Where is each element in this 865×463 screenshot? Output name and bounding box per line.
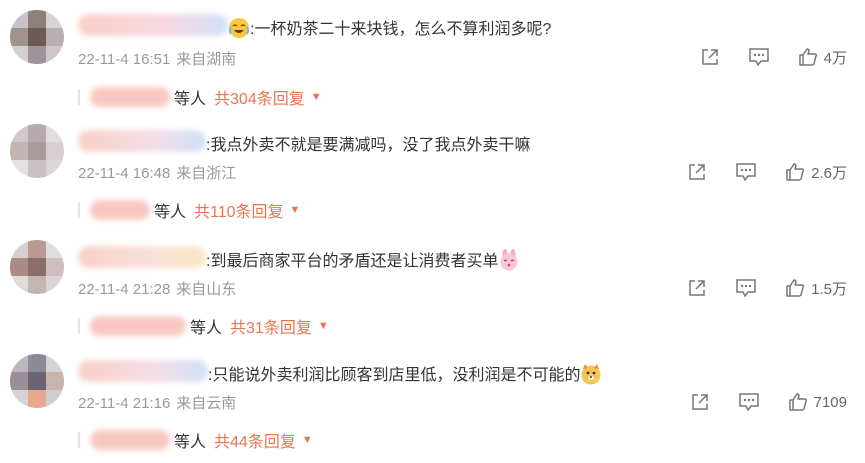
reply-summary[interactable]: 等人 共304条回复 ▼ <box>78 85 322 109</box>
avatar[interactable] <box>10 240 64 294</box>
divider <box>78 89 80 105</box>
comment-actions: 2.6万 <box>687 160 847 184</box>
reply-count-link[interactable]: 共44条回复 <box>214 428 296 452</box>
like-button[interactable]: 1.5万 <box>785 278 847 299</box>
reply-summary[interactable]: 等人 共110条回复 ▼ <box>78 198 300 222</box>
reply-username-redacted <box>90 316 186 336</box>
username-redacted[interactable] <box>78 360 208 382</box>
share-icon <box>689 280 705 296</box>
chevron-down-icon[interactable]: ▼ <box>318 320 329 332</box>
comment-actions: 4万 <box>700 45 847 69</box>
comment-icon <box>736 279 756 298</box>
reply-username-redacted <box>90 200 150 220</box>
like-button[interactable]: 4万 <box>798 47 847 68</box>
comment-text: :只能说外卖利润比顾客到店里低，没利润是不可能的 <box>208 361 602 385</box>
location: 来自云南 <box>176 395 237 412</box>
comment-item: :一杯奶茶二十来块钱，怎么不算利润多呢? 22-11-4 16:51 来自湖南 4… <box>0 0 865 115</box>
reply-count-link[interactable]: 共304条回复 <box>214 85 305 109</box>
share-icon <box>691 394 708 410</box>
like-count: 7109 <box>813 393 847 411</box>
like-icon <box>788 393 807 411</box>
divider <box>78 318 80 334</box>
divider <box>78 202 80 218</box>
reply-username-redacted <box>90 87 170 107</box>
avatar[interactable] <box>10 124 64 178</box>
chevron-down-icon[interactable]: ▼ <box>302 434 313 446</box>
laughing-crying-emoji <box>228 17 250 39</box>
doge-emoji <box>580 363 602 385</box>
chevron-down-icon[interactable]: ▼ <box>311 91 322 103</box>
username-redacted[interactable] <box>78 130 206 152</box>
reply-summary[interactable]: 等人 共44条回复 ▼ <box>78 428 313 452</box>
location: 来自山东 <box>176 281 237 298</box>
comment-text: :一杯奶茶二十来块钱，怎么不算利润多呢? <box>228 15 551 39</box>
reply-count-link[interactable]: 共31条回复 <box>230 314 312 338</box>
like-button[interactable]: 7109 <box>788 392 847 412</box>
avatar[interactable] <box>10 10 64 64</box>
share-button[interactable] <box>700 47 720 67</box>
like-count: 4万 <box>823 49 847 67</box>
divider <box>78 432 80 448</box>
comment-icon <box>736 163 756 182</box>
chevron-down-icon[interactable]: ▼ <box>290 204 301 216</box>
username-redacted[interactable] <box>78 246 206 268</box>
comment-meta: 22-11-4 16:48 来自浙江 <box>78 162 236 183</box>
location: 来自湖南 <box>176 51 237 68</box>
reply-count-link[interactable]: 共110条回复 <box>194 198 284 222</box>
timestamp: 22-11-4 21:28 <box>78 281 171 298</box>
like-icon <box>786 163 805 181</box>
timestamp: 22-11-4 16:51 <box>78 51 171 68</box>
timestamp: 22-11-4 16:48 <box>78 165 171 182</box>
share-button[interactable] <box>690 392 710 412</box>
share-button[interactable] <box>687 278 707 298</box>
reply-username-redacted <box>90 430 170 450</box>
comment-meta: 22-11-4 21:16 来自云南 <box>78 392 236 413</box>
comment-meta: 22-11-4 16:51 来自湖南 <box>78 48 236 69</box>
avatar[interactable] <box>10 354 64 408</box>
comment-text: :到最后商家平台的矛盾还是让消费者买单 <box>206 247 520 271</box>
pink-bunny-emoji <box>498 249 520 271</box>
timestamp: 22-11-4 21:16 <box>78 395 171 412</box>
share-icon <box>701 49 718 65</box>
like-count: 2.6万 <box>811 164 847 182</box>
comment-icon <box>738 393 759 412</box>
comment-icon <box>748 48 769 67</box>
reply-summary[interactable]: 等人 共31条回复 ▼ <box>78 314 329 338</box>
location: 来自浙江 <box>176 165 237 182</box>
comment-button[interactable] <box>748 47 770 67</box>
like-icon <box>798 48 817 66</box>
comment-text: :我点外卖不就是要满减吗，没了我点外卖干嘛 <box>206 137 531 154</box>
comment-item: :我点外卖不就是要满减吗，没了我点外卖干嘛 22-11-4 16:48 来自浙江 … <box>0 118 865 233</box>
share-icon <box>689 164 705 180</box>
username-redacted[interactable] <box>78 14 228 36</box>
like-icon <box>786 279 805 297</box>
comment-meta: 22-11-4 21:28 来自山东 <box>78 278 236 299</box>
share-button[interactable] <box>687 162 707 182</box>
like-count: 1.5万 <box>811 280 847 298</box>
comment-item: :到最后商家平台的矛盾还是让消费者买单 22-11-4 21:28 来自山东 1.… <box>0 234 865 349</box>
comment-button[interactable] <box>735 162 757 182</box>
comment-button[interactable] <box>735 278 757 298</box>
comment-item: :只能说外卖利润比顾客到店里低，没利润是不可能的 22-11-4 21:16 来自… <box>0 348 865 463</box>
comment-actions: 1.5万 <box>687 276 847 300</box>
like-button[interactable]: 2.6万 <box>785 162 847 183</box>
comment-button[interactable] <box>738 392 760 412</box>
comment-actions: 7109 <box>690 390 847 414</box>
